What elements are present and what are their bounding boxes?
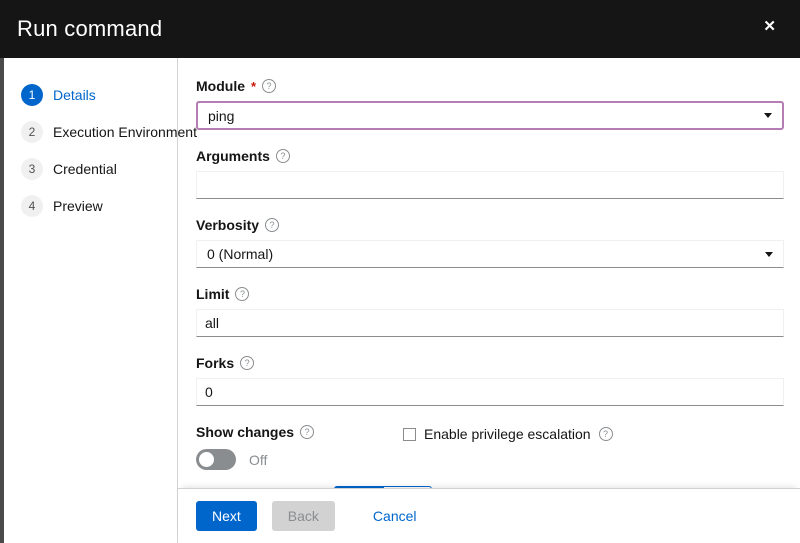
run-command-modal: Run command ✕ 1 Details 2 Execution Envi…: [0, 0, 800, 543]
step-number-badge: 2: [21, 121, 43, 143]
wizard-step-details[interactable]: 1 Details: [21, 84, 167, 106]
toggle-state-label: Off: [249, 451, 268, 468]
step-label: Execution Environment: [53, 124, 197, 140]
wizard-step-credential[interactable]: 3 Credential: [21, 158, 167, 180]
limit-label: Limit: [196, 286, 230, 302]
forks-label: Forks: [196, 355, 235, 371]
step-label: Credential: [53, 161, 117, 177]
step-label: Details: [53, 87, 96, 103]
show-changes-toggle[interactable]: [196, 449, 236, 470]
modal-title: Run command: [17, 16, 163, 41]
privilege-escalation-group: Enable privilege escalation ?: [403, 426, 613, 442]
help-icon[interactable]: ?: [262, 79, 277, 93]
details-step-panel: Module * ? ping Arguments ? Verbosity ? …: [178, 58, 800, 543]
help-icon[interactable]: ?: [275, 149, 290, 163]
help-icon[interactable]: ?: [598, 427, 613, 441]
arguments-field-group: Arguments ?: [196, 148, 784, 199]
help-icon[interactable]: ?: [240, 356, 255, 370]
modal-footer: Next Back Cancel: [178, 488, 800, 543]
step-number-badge: 4: [21, 195, 43, 217]
back-button[interactable]: Back: [271, 501, 335, 531]
verbosity-label: Verbosity: [196, 217, 260, 233]
required-asterisk: *: [251, 78, 257, 94]
modal-header: Run command ✕: [0, 0, 800, 58]
close-icon[interactable]: ✕: [759, 15, 780, 38]
form-scroll-area: Module * ? ping Arguments ? Verbosity ? …: [178, 58, 800, 488]
step-label: Preview: [53, 198, 103, 214]
chevron-down-icon: [764, 113, 772, 118]
module-field-group: Module * ? ping: [196, 78, 784, 130]
chevron-down-icon: [765, 251, 773, 257]
show-changes-row: Show changes ? Off Enable privilege esca…: [196, 424, 784, 470]
cancel-button[interactable]: Cancel: [359, 501, 431, 531]
show-changes-label: Show changes: [196, 424, 295, 440]
wizard-step-preview[interactable]: 4 Preview: [21, 195, 167, 217]
next-button[interactable]: Next: [196, 501, 257, 531]
module-select[interactable]: ping: [196, 101, 784, 130]
wizard-step-execution-environment[interactable]: 2 Execution Environment: [21, 121, 197, 143]
privilege-escalation-checkbox[interactable]: [403, 427, 416, 441]
help-icon[interactable]: ?: [300, 425, 315, 439]
step-number-badge: 3: [21, 158, 43, 180]
verbosity-select-value: 0 (Normal): [207, 246, 274, 262]
arguments-label: Arguments: [196, 148, 270, 164]
wizard-nav: 1 Details 2 Execution Environment 3 Cred…: [4, 58, 197, 543]
forks-field-group: Forks ?: [196, 355, 784, 406]
help-icon[interactable]: ?: [235, 287, 250, 301]
limit-field-group: Limit ?: [196, 286, 784, 337]
privilege-escalation-label: Enable privilege escalation: [424, 426, 591, 442]
limit-input[interactable]: [196, 309, 784, 337]
arguments-input[interactable]: [196, 171, 784, 199]
module-select-value: ping: [208, 107, 235, 124]
toggle-knob: [199, 452, 214, 467]
module-label: Module: [196, 78, 245, 94]
show-changes-group: Show changes ? Off: [196, 424, 403, 470]
verbosity-field-group: Verbosity ? 0 (Normal): [196, 217, 784, 268]
step-number-badge: 1: [21, 84, 43, 106]
verbosity-select[interactable]: 0 (Normal): [196, 240, 784, 268]
help-icon[interactable]: ?: [265, 218, 280, 232]
forks-input[interactable]: [196, 378, 784, 406]
